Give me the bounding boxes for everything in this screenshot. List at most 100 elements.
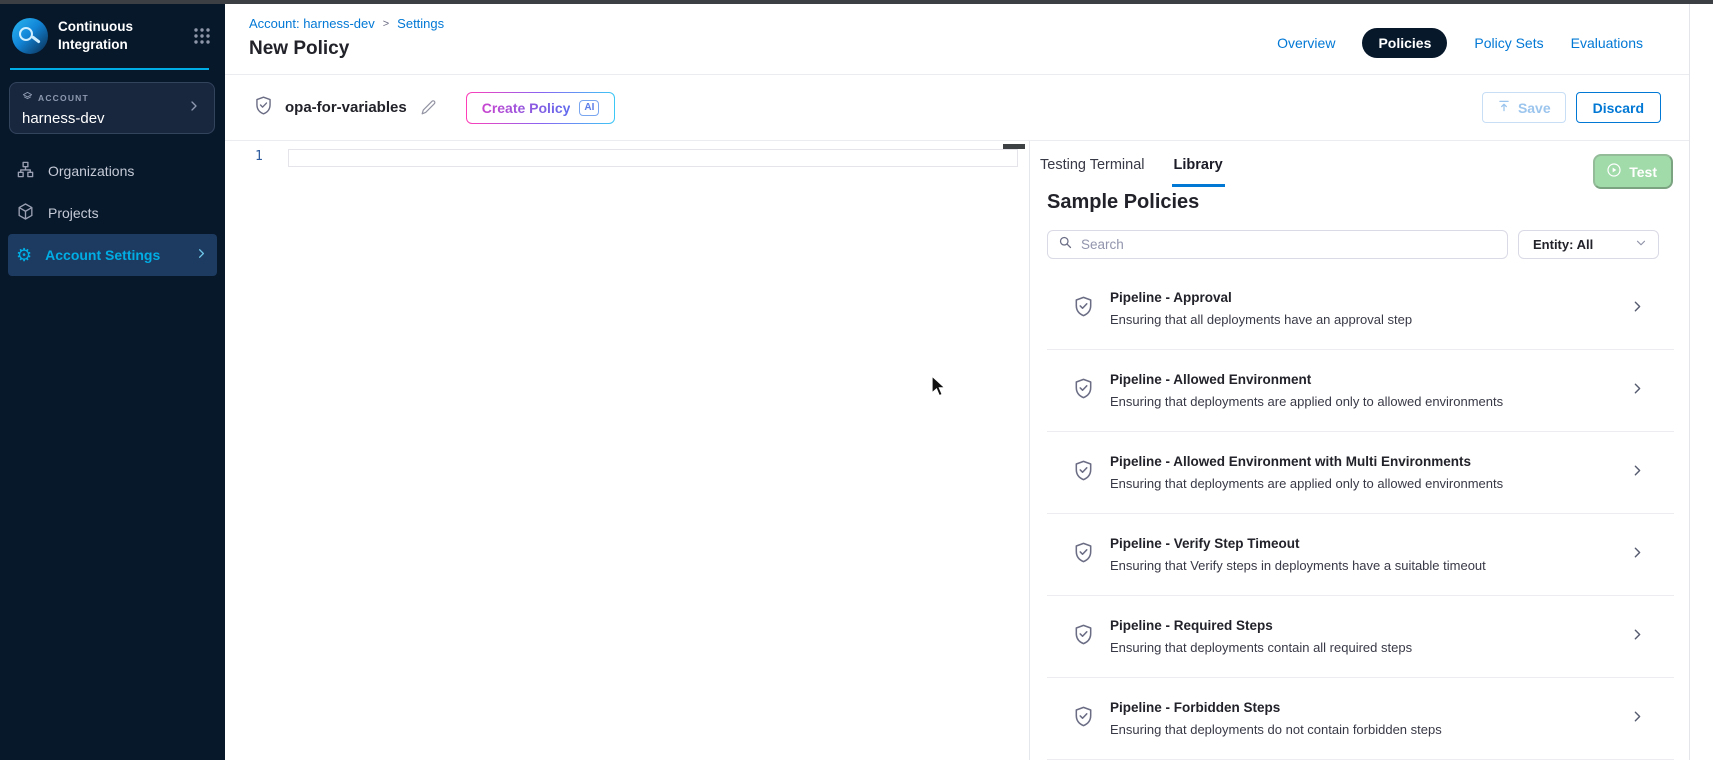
tab-library[interactable]: Library — [1172, 153, 1225, 187]
policy-description: Ensuring that deployments do not contain… — [1110, 722, 1442, 737]
ai-badge: AI — [579, 100, 599, 116]
search-icon — [1058, 235, 1073, 255]
test-button[interactable]: Test — [1593, 154, 1673, 189]
tab-evaluations[interactable]: Evaluations — [1571, 35, 1643, 51]
chevron-right-icon — [1629, 462, 1646, 484]
discard-button[interactable]: Discard — [1576, 92, 1661, 123]
harness-ci-logo-icon[interactable] — [12, 18, 48, 54]
chevron-right-icon — [194, 246, 209, 264]
account-selector[interactable]: ACCOUNT harness-dev — [9, 82, 215, 134]
policy-shield-icon — [1072, 623, 1095, 651]
content-row: 1 Testing Terminal Library — [225, 141, 1689, 760]
sample-policies-list: Pipeline - Approval Ensuring that all de… — [1047, 268, 1674, 760]
product-name-line1: Continuous — [58, 18, 183, 36]
policy-description: Ensuring that deployments contain all re… — [1110, 640, 1412, 655]
policy-shield-icon — [253, 95, 274, 121]
discard-label: Discard — [1593, 100, 1644, 116]
policy-title: Pipeline - Allowed Environment with Mult… — [1110, 454, 1503, 469]
upload-icon — [1497, 99, 1511, 116]
gear-icon: ⚙ — [16, 246, 32, 264]
sidebar-header: Continuous Integration — [0, 4, 225, 64]
library-panel: Testing Terminal Library Test Sample Pol… — [1030, 141, 1689, 760]
logo-ring — [19, 27, 33, 41]
tab-policies[interactable]: Policies — [1362, 28, 1447, 58]
chevron-right-icon — [186, 98, 202, 119]
chevron-right-icon — [1629, 380, 1646, 402]
rego-code-editor[interactable]: 1 — [225, 141, 1030, 760]
logo-stick — [31, 35, 40, 43]
module-grid-icon[interactable] — [193, 27, 211, 45]
policy-description: Ensuring that all deployments have an ap… — [1110, 312, 1412, 327]
policy-shield-icon — [1072, 377, 1095, 405]
editor-line-number: 1 — [255, 149, 263, 164]
account-label: ACCOUNT — [38, 93, 89, 103]
account-name: harness-dev — [22, 110, 186, 127]
search-box — [1047, 230, 1508, 259]
organizations-icon — [16, 160, 35, 182]
policy-list-item[interactable]: Pipeline - Required Steps Ensuring that … — [1047, 596, 1674, 678]
policy-text: Pipeline - Required Steps Ensuring that … — [1110, 618, 1412, 655]
policy-list-item[interactable]: Pipeline - Allowed Environment with Mult… — [1047, 432, 1674, 514]
product-name-line2: Integration — [58, 36, 183, 54]
breadcrumb-account-link[interactable]: Account: harness-dev — [249, 16, 375, 31]
policy-description: Ensuring that Verify steps in deployment… — [1110, 558, 1486, 573]
policy-name: opa-for-variables — [285, 99, 407, 116]
chevron-down-icon — [1634, 236, 1648, 253]
toolbar-right: Save Discard — [1482, 92, 1661, 123]
page-header: Account: harness-dev > Settings New Poli… — [225, 4, 1689, 75]
sidebar-item-label: Projects — [48, 205, 99, 221]
policy-title: Pipeline - Required Steps — [1110, 618, 1412, 633]
policy-description: Ensuring that deployments are applied on… — [1110, 394, 1503, 409]
sidebar-item-organizations[interactable]: Organizations — [8, 150, 217, 192]
projects-icon — [16, 202, 35, 224]
policy-list-item[interactable]: Pipeline - Verify Step Timeout Ensuring … — [1047, 514, 1674, 596]
policy-text: Pipeline - Forbidden Steps Ensuring that… — [1110, 700, 1442, 737]
product-name: Continuous Integration — [58, 18, 183, 53]
editor-current-line[interactable] — [288, 149, 1018, 167]
tab-policy-sets[interactable]: Policy Sets — [1474, 35, 1543, 51]
sidebar-item-projects[interactable]: Projects — [8, 192, 217, 234]
sidebar-item-account-settings[interactable]: ⚙ Account Settings — [8, 234, 217, 276]
chevron-right-icon — [1629, 708, 1646, 730]
policy-title: Pipeline - Verify Step Timeout — [1110, 536, 1486, 551]
entity-filter-value: Entity: All — [1533, 237, 1593, 252]
policy-nav: Overview Policies Policy Sets Evaluation… — [1277, 28, 1643, 58]
chevron-right-icon — [1629, 626, 1646, 648]
sidebar-accent-line — [10, 68, 209, 70]
tab-overview[interactable]: Overview — [1277, 35, 1335, 51]
create-policy-label: Create Policy — [482, 100, 571, 116]
policy-list-item[interactable]: Pipeline - Allowed Environment Ensuring … — [1047, 350, 1674, 432]
sidebar-nav: Organizations Projects ⚙ Account Setting… — [0, 150, 225, 276]
account-layers-icon — [22, 89, 33, 107]
chevron-right-icon — [1629, 298, 1646, 320]
policy-shield-icon — [1072, 459, 1095, 487]
policy-title: Pipeline - Forbidden Steps — [1110, 700, 1442, 715]
search-row: Entity: All — [1047, 230, 1659, 259]
save-button[interactable]: Save — [1482, 92, 1566, 123]
create-policy-button[interactable]: Create Policy AI — [466, 92, 616, 124]
policy-list-item[interactable]: Pipeline - Forbidden Steps Ensuring that… — [1047, 678, 1674, 760]
policy-shield-icon — [1072, 541, 1095, 569]
policy-text: Pipeline - Allowed Environment with Mult… — [1110, 454, 1503, 491]
sample-policies-heading: Sample Policies — [1047, 191, 1199, 214]
sidebar-item-label: Organizations — [48, 163, 134, 179]
sidebar: Continuous Integration — [0, 4, 225, 760]
policy-text: Pipeline - Verify Step Timeout Ensuring … — [1110, 536, 1486, 573]
sidebar-item-label: Account Settings — [45, 247, 160, 263]
tab-testing-terminal[interactable]: Testing Terminal — [1038, 153, 1147, 187]
main-area: Account: harness-dev > Settings New Poli… — [225, 4, 1690, 760]
account-meta: ACCOUNT harness-dev — [22, 89, 186, 127]
search-input[interactable] — [1081, 237, 1497, 252]
entity-filter-dropdown[interactable]: Entity: All — [1518, 230, 1659, 259]
editor-overview-ruler-marker — [1003, 144, 1025, 149]
policy-title: Pipeline - Allowed Environment — [1110, 372, 1503, 387]
policy-list-item[interactable]: Pipeline - Approval Ensuring that all de… — [1047, 268, 1674, 350]
breadcrumb-settings-link[interactable]: Settings — [397, 16, 444, 31]
policy-shield-icon — [1072, 295, 1095, 323]
chevron-right-icon — [1629, 544, 1646, 566]
app-root: Continuous Integration — [0, 4, 1713, 760]
panel-tabs: Testing Terminal Library — [1038, 153, 1225, 187]
breadcrumb-separator: > — [383, 18, 389, 30]
edit-pencil-icon[interactable] — [419, 98, 438, 117]
play-circle-icon — [1606, 162, 1622, 181]
